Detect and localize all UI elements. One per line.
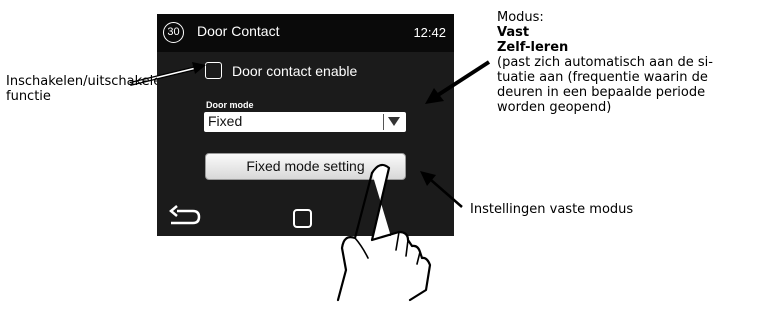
annotation-mode-title: Modus: [497,10,544,25]
annotation-enable-line2: functie [6,89,51,104]
page: 30 Door Contact 12:42 Door contact enabl… [0,0,763,311]
annotation-mode-option-self-learning: Zelf-leren [497,40,569,55]
annotation-mode-desc3: deuren in een bepaalde periode [497,85,706,100]
arrow-to-fixed-mode-button [420,171,463,208]
annotation-mode-desc4: worden geopend) [497,100,612,115]
arrow-to-door-mode [425,60,491,104]
annotation-enable-line1: Inschakelen/uitschakelen [6,74,157,89]
annotation-enable-function: Inschakelen/uitschakelen functie [6,74,157,104]
pointing-hand-icon [336,163,432,302]
annotation-fixed-mode-settings: Instellingen vaste modus [470,202,634,217]
annotation-mode: Modus: Vast Zelf-leren (past zich automa… [497,10,763,115]
annotation-mode-desc2: tuatie aan (frequentie waarin de [497,70,708,85]
annotation-mode-option-fixed: Vast [497,25,530,40]
annotation-mode-desc1: (past zich automatisch aan de si- [497,55,713,70]
